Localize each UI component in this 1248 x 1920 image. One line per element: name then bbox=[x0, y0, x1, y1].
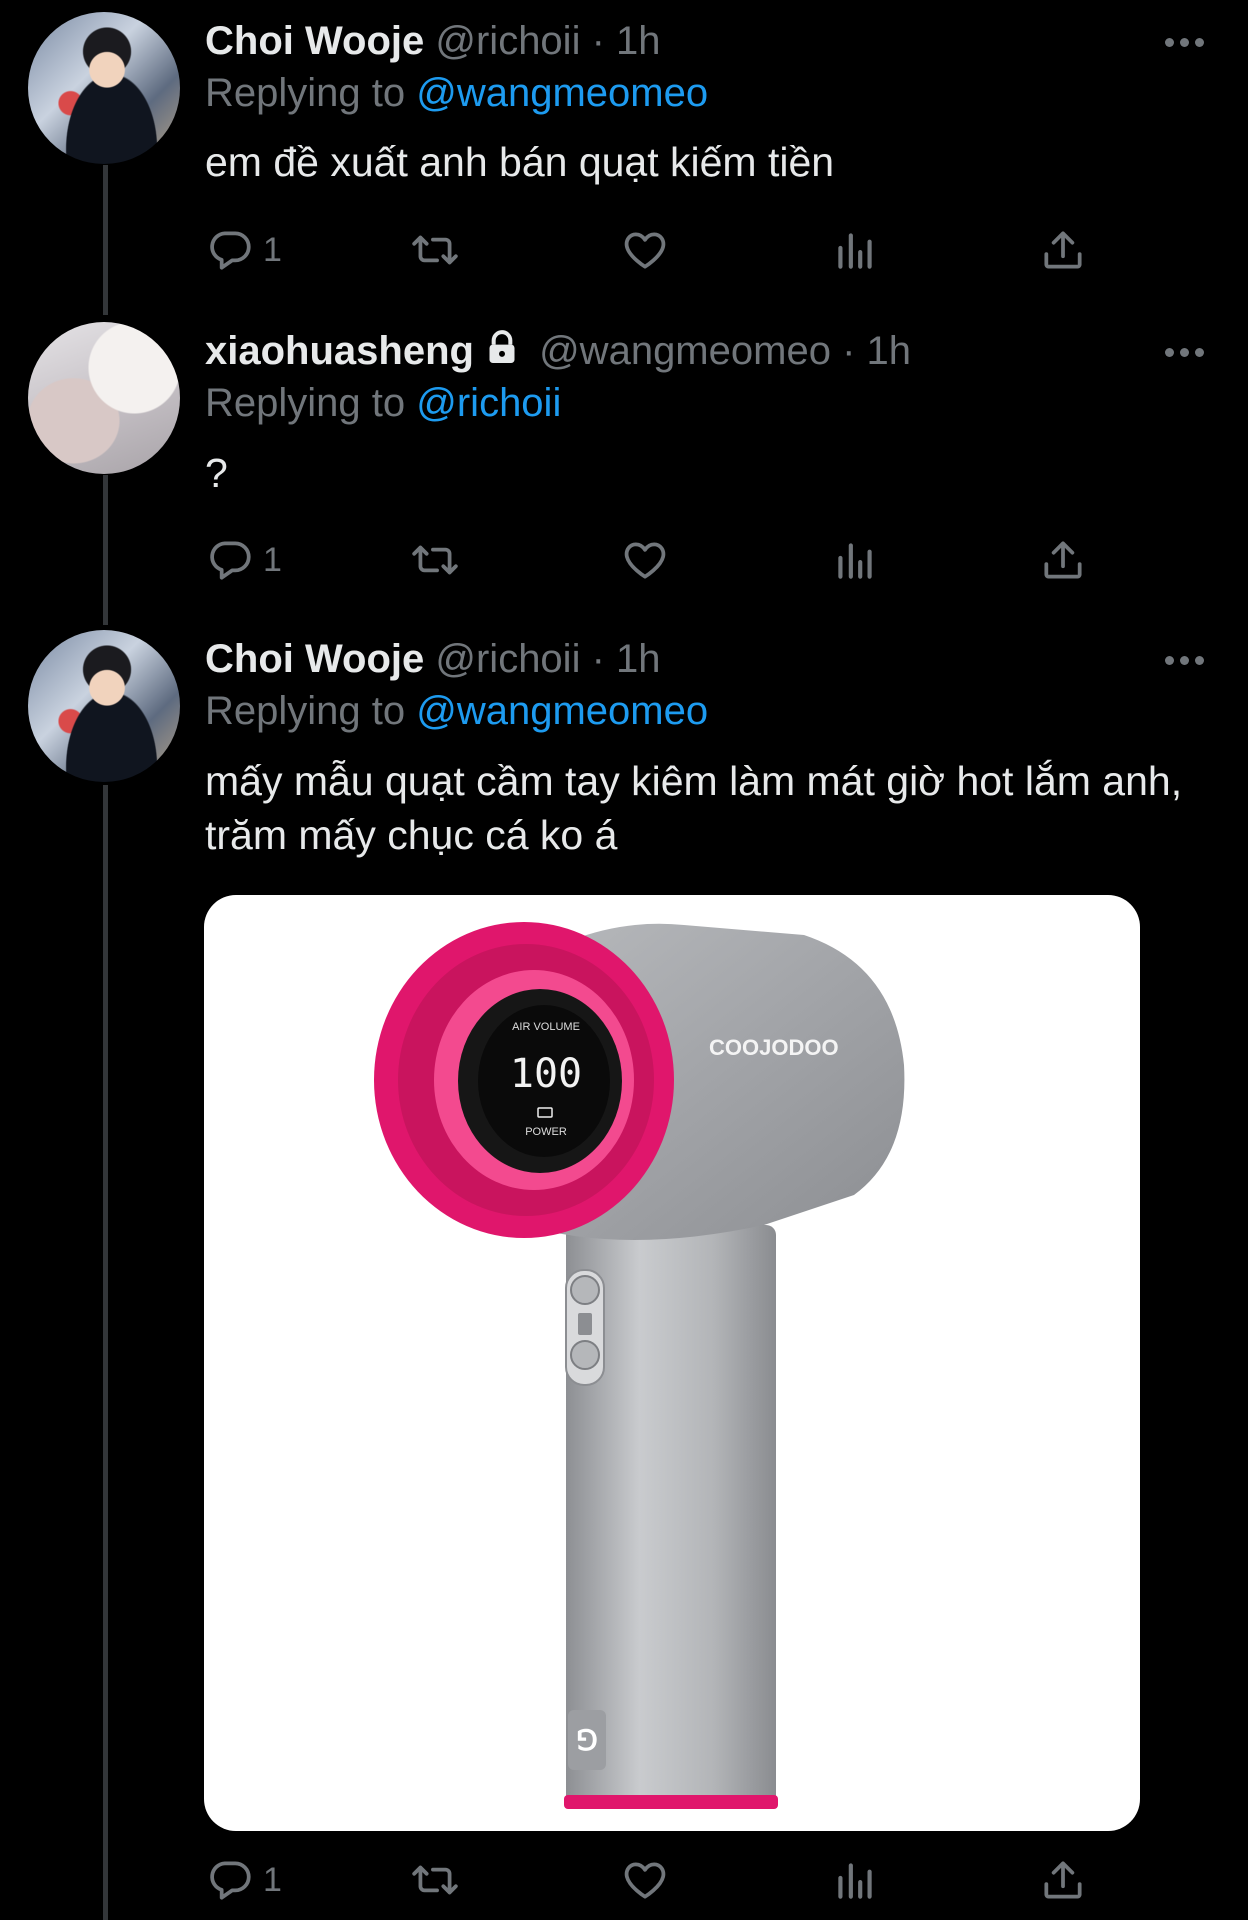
like-button[interactable] bbox=[620, 1850, 670, 1910]
avatar[interactable] bbox=[28, 12, 180, 164]
reply-count: 1 bbox=[263, 1860, 282, 1899]
reply-icon bbox=[210, 231, 251, 270]
share-button[interactable] bbox=[1038, 220, 1088, 280]
reply-icon bbox=[210, 541, 251, 580]
handheld-fan-illustration: AIR VOLUME 100 POWER COOJODOO ⅁ bbox=[374, 922, 905, 1809]
avatar[interactable] bbox=[28, 630, 180, 782]
replying-to-label: Replying to bbox=[205, 71, 406, 115]
tweet-actions: 1 bbox=[205, 530, 1105, 590]
brand-logo: COOJODOO bbox=[709, 1035, 839, 1060]
replying-to-label: Replying to bbox=[205, 689, 406, 733]
more-options-icon[interactable] bbox=[1165, 32, 1209, 52]
avatar[interactable] bbox=[28, 322, 180, 474]
analytics-button[interactable] bbox=[830, 530, 880, 590]
timestamp[interactable]: · 1h bbox=[592, 19, 661, 63]
timestamp[interactable]: · 1h bbox=[592, 637, 661, 681]
replying-to: Replying to @wangmeomeo bbox=[205, 686, 708, 736]
retweet-icon bbox=[412, 545, 458, 575]
like-button[interactable] bbox=[620, 220, 670, 280]
retweet-button[interactable] bbox=[410, 220, 460, 280]
share-icon bbox=[1044, 541, 1082, 579]
tweet-header: Choi Wooje @richoii · 1h bbox=[205, 634, 661, 684]
retweet-icon bbox=[412, 1865, 458, 1895]
retweet-icon bbox=[412, 235, 458, 265]
tweet-text: mấy mẫu quạt cầm tay kiêm làm mát giờ ho… bbox=[205, 758, 1183, 858]
handle-logo: ⅁ bbox=[576, 1725, 598, 1756]
share-button[interactable] bbox=[1038, 530, 1088, 590]
more-options-icon[interactable] bbox=[1165, 650, 1209, 670]
user-handle[interactable]: @wangmeomeo bbox=[539, 329, 831, 373]
share-button[interactable] bbox=[1038, 1850, 1088, 1910]
tweet-media-image[interactable]: AIR VOLUME 100 POWER COOJODOO ⅁ bbox=[204, 895, 1140, 1831]
user-handle[interactable]: @richoii bbox=[435, 637, 580, 681]
display-name[interactable]: xiaohuasheng bbox=[205, 329, 474, 373]
reply-icon bbox=[210, 1861, 251, 1900]
tweet-actions: 1 bbox=[205, 1850, 1105, 1910]
analytics-icon bbox=[838, 543, 872, 579]
replying-to-link[interactable]: @wangmeomeo bbox=[416, 689, 708, 733]
reply-button[interactable]: 1 bbox=[205, 1850, 282, 1910]
thread-line bbox=[103, 475, 108, 625]
tweet-text: em đề xuất anh bán quạt kiếm tiền bbox=[205, 139, 835, 185]
heart-icon bbox=[624, 232, 666, 269]
replying-to-link[interactable]: @richoii bbox=[416, 381, 561, 425]
heart-icon bbox=[624, 542, 666, 579]
heart-icon bbox=[624, 1862, 666, 1899]
tweet-text: ? bbox=[205, 450, 228, 496]
tweet-actions: 1 bbox=[205, 220, 1105, 280]
lock-icon bbox=[482, 328, 522, 380]
thread-line bbox=[103, 165, 108, 315]
replying-to-label: Replying to bbox=[205, 381, 406, 425]
reply-count: 1 bbox=[263, 540, 282, 579]
reply-count: 1 bbox=[263, 230, 282, 269]
analytics-button[interactable] bbox=[830, 1850, 880, 1910]
display-label-bottom: POWER bbox=[525, 1126, 567, 1138]
display-label-top: AIR VOLUME bbox=[512, 1021, 580, 1033]
share-icon bbox=[1044, 231, 1082, 269]
analytics-icon bbox=[838, 233, 872, 269]
replying-to: Replying to @richoii bbox=[205, 378, 561, 428]
more-options-icon[interactable] bbox=[1165, 342, 1209, 362]
user-handle[interactable]: @richoii bbox=[435, 19, 580, 63]
reply-button[interactable]: 1 bbox=[205, 220, 282, 280]
thread-line bbox=[103, 785, 108, 1920]
analytics-icon bbox=[838, 1863, 872, 1899]
analytics-button[interactable] bbox=[830, 220, 880, 280]
share-icon bbox=[1044, 1861, 1082, 1899]
display-name[interactable]: Choi Wooje bbox=[205, 637, 424, 681]
retweet-button[interactable] bbox=[410, 1850, 460, 1910]
replying-to-link[interactable]: @wangmeomeo bbox=[416, 71, 708, 115]
display-value: 100 bbox=[510, 1051, 582, 1097]
display-name[interactable]: Choi Wooje bbox=[205, 19, 424, 63]
timestamp[interactable]: · 1h bbox=[842, 329, 911, 373]
retweet-button[interactable] bbox=[410, 530, 460, 590]
tweet-header: Choi Wooje @richoii · 1h bbox=[205, 16, 661, 66]
like-button[interactable] bbox=[620, 530, 670, 590]
replying-to: Replying to @wangmeomeo bbox=[205, 68, 708, 118]
tweet-header: xiaohuasheng @wangmeomeo · 1h bbox=[205, 326, 911, 376]
reply-button[interactable]: 1 bbox=[205, 530, 282, 590]
